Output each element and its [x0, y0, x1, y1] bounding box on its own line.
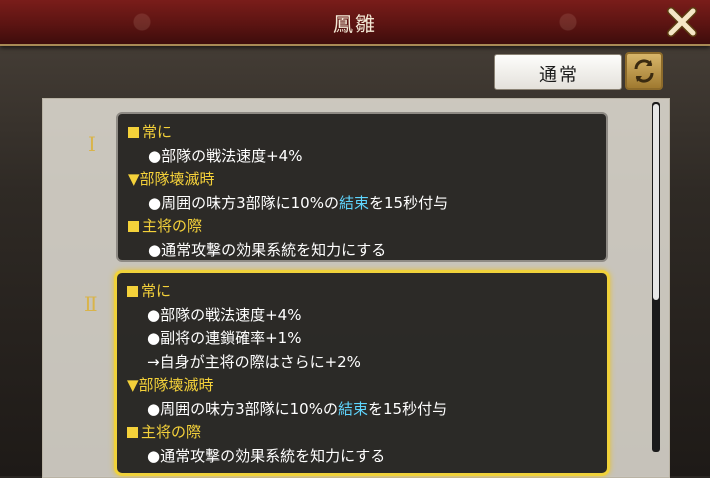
close-icon [667, 7, 697, 37]
effect-line-text: ●周囲の味方3部隊に10%の [148, 193, 339, 212]
effect-condition-header: ▼部隊壊滅時 [128, 169, 215, 189]
effect-condition-text: 主将の際 [141, 423, 202, 441]
effect-card-2-selected[interactable]: 常に ●部隊の戦法速度+4% ●副将の連鎖確率+1% →自身が主将の際はさらに+2% ▼… [114, 270, 610, 476]
effect-condition-header: 主将の際 [127, 422, 201, 442]
effect-condition-text: 主将の際 [142, 217, 203, 235]
scrollbar-thumb[interactable] [653, 104, 659, 300]
effect-line: ●通常攻撃の効果系統を知力にする [147, 446, 386, 465]
title-bar: 鳳雛 [0, 0, 710, 46]
effect-condition-text: ▼部隊壊滅時 [127, 376, 214, 394]
effect-line: →自身が主将の際はさらに+2% [147, 352, 361, 371]
refresh-button[interactable] [625, 52, 663, 90]
refresh-icon [634, 59, 654, 83]
close-button[interactable] [664, 4, 700, 40]
effect-line: ●部隊の戦法速度+4% [148, 146, 303, 165]
level-label-1: Ⅰ [88, 132, 96, 156]
mode-selector[interactable]: 通常 [494, 54, 622, 90]
effect-condition-header: 主将の際 [128, 216, 202, 236]
square-marker-icon [128, 127, 139, 138]
dialog-title: 鳳雛 [333, 12, 377, 36]
square-marker-icon [128, 221, 139, 232]
effect-condition-header: 常に [128, 122, 172, 142]
effect-line: ●周囲の味方3部隊に10%の結束を15秒付与 [148, 193, 448, 213]
effect-keyword: 結束 [337, 399, 368, 418]
effect-line: ●部隊の戦法速度+4% [147, 305, 302, 324]
effect-condition-text: 常に [142, 123, 173, 141]
effect-condition-header: ▼部隊壊滅時 [127, 375, 214, 395]
effect-line-text: ●周囲の味方3部隊に10%の [147, 399, 338, 418]
effect-keyword: 結束 [338, 193, 369, 212]
effect-condition-text: 常に [141, 282, 172, 300]
square-marker-icon [127, 286, 138, 297]
mode-label: 通常 [539, 65, 579, 86]
effect-line: ●副将の連鎖確率+1% [147, 329, 302, 347]
level-label-2: Ⅱ [84, 292, 98, 316]
effect-condition-header: 常に [127, 281, 171, 301]
effect-line: ●周囲の味方3部隊に10%の結束を15秒付与 [147, 399, 447, 419]
square-marker-icon [127, 427, 138, 438]
effect-line: ●通常攻撃の効果系統を知力にする [148, 240, 387, 259]
effect-condition-text: ▼部隊壊滅時 [128, 170, 215, 188]
effect-line-text: を15秒付与 [369, 193, 449, 212]
effect-card-1[interactable]: 常に ●部隊の戦法速度+4% ▼部隊壊滅時 ●周囲の味方3部隊に10%の結束を15秒付… [116, 112, 608, 262]
effect-line-text: を15秒付与 [368, 399, 448, 418]
